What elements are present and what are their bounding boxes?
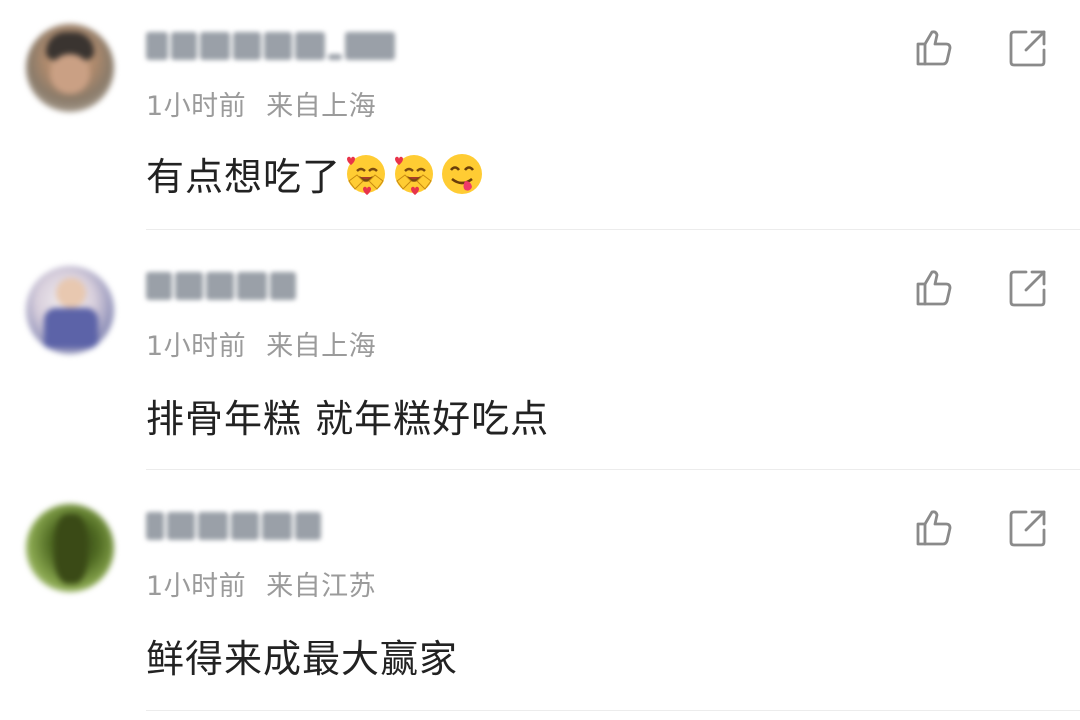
username-blurred[interactable] xyxy=(146,32,395,62)
comment-item: 1小时前 来自江苏 鲜得来成最大赢家 xyxy=(0,480,1080,720)
divider xyxy=(146,229,1080,230)
comment-time: 1小时前 xyxy=(146,571,247,602)
comment-location: 来自上海 xyxy=(266,91,377,122)
hugging-face-with-hearts-emoji xyxy=(395,154,434,195)
comment-text-row: 排骨年糕 就年糕好吃点 xyxy=(146,388,549,443)
comment-meta: 1小时前 来自上海 xyxy=(146,324,376,363)
avatar[interactable] xyxy=(26,24,114,112)
comment-text-row: 鲜得来成最大赢家 xyxy=(146,628,458,683)
share-external-icon[interactable] xyxy=(1006,266,1050,310)
divider xyxy=(146,469,1080,470)
comment-text-row: 有点想吃了 xyxy=(146,146,485,201)
comment-location: 来自江苏 xyxy=(266,571,377,602)
comment-time: 1小时前 xyxy=(146,91,247,122)
comment-text: 鲜得来成最大赢家 xyxy=(146,637,459,681)
share-external-icon[interactable] xyxy=(1006,506,1050,550)
comment-meta: 1小时前 来自江苏 xyxy=(146,564,376,603)
avatar[interactable] xyxy=(26,504,114,592)
comment-location: 来自上海 xyxy=(266,331,377,362)
comment-item: 1小时前 来自上海 排骨年糕 就年糕好吃点 xyxy=(0,240,1080,480)
hugging-face-with-hearts-emoji xyxy=(347,154,386,195)
thumbs-up-icon[interactable] xyxy=(912,266,956,310)
username-blurred[interactable] xyxy=(146,272,296,302)
share-external-icon[interactable] xyxy=(1006,26,1050,70)
comment-text: 有点想吃了 xyxy=(146,155,342,199)
face-savoring-food-emoji xyxy=(442,153,483,194)
divider xyxy=(146,710,1080,711)
comment-text: 排骨年糕 就年糕好吃点 xyxy=(146,397,550,441)
comment-meta: 1小时前 来自上海 xyxy=(146,84,376,123)
thumbs-up-icon[interactable] xyxy=(912,506,956,550)
username-blurred[interactable] xyxy=(146,512,321,542)
comment-item: 1小时前 来自上海 有点想吃了 xyxy=(0,0,1080,240)
thumbs-up-icon[interactable] xyxy=(912,26,956,70)
avatar[interactable] xyxy=(26,266,114,354)
comment-time: 1小时前 xyxy=(146,331,247,362)
